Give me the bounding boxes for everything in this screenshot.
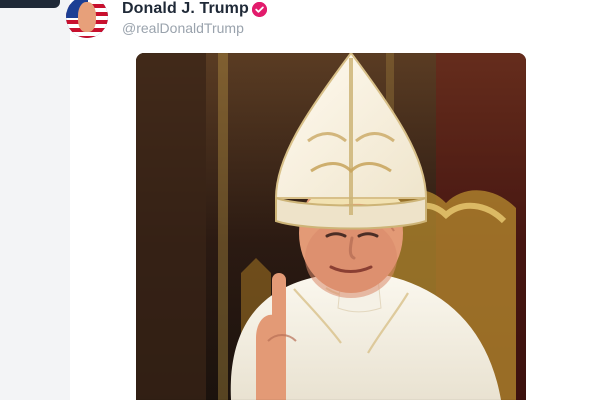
avatar[interactable] — [66, 0, 108, 38]
avatar-face — [78, 2, 96, 32]
post-image[interactable] — [136, 53, 526, 400]
post-header: Donald J. Trump @realDonaldTrump — [66, 0, 466, 44]
verified-badge-icon — [252, 2, 267, 17]
top-left-bar — [0, 0, 60, 8]
author-handle[interactable]: @realDonaldTrump — [122, 20, 244, 36]
author-display-name[interactable]: Donald J. Trump — [122, 0, 249, 18]
page: Donald J. Trump @realDonaldTrump — [0, 0, 600, 400]
